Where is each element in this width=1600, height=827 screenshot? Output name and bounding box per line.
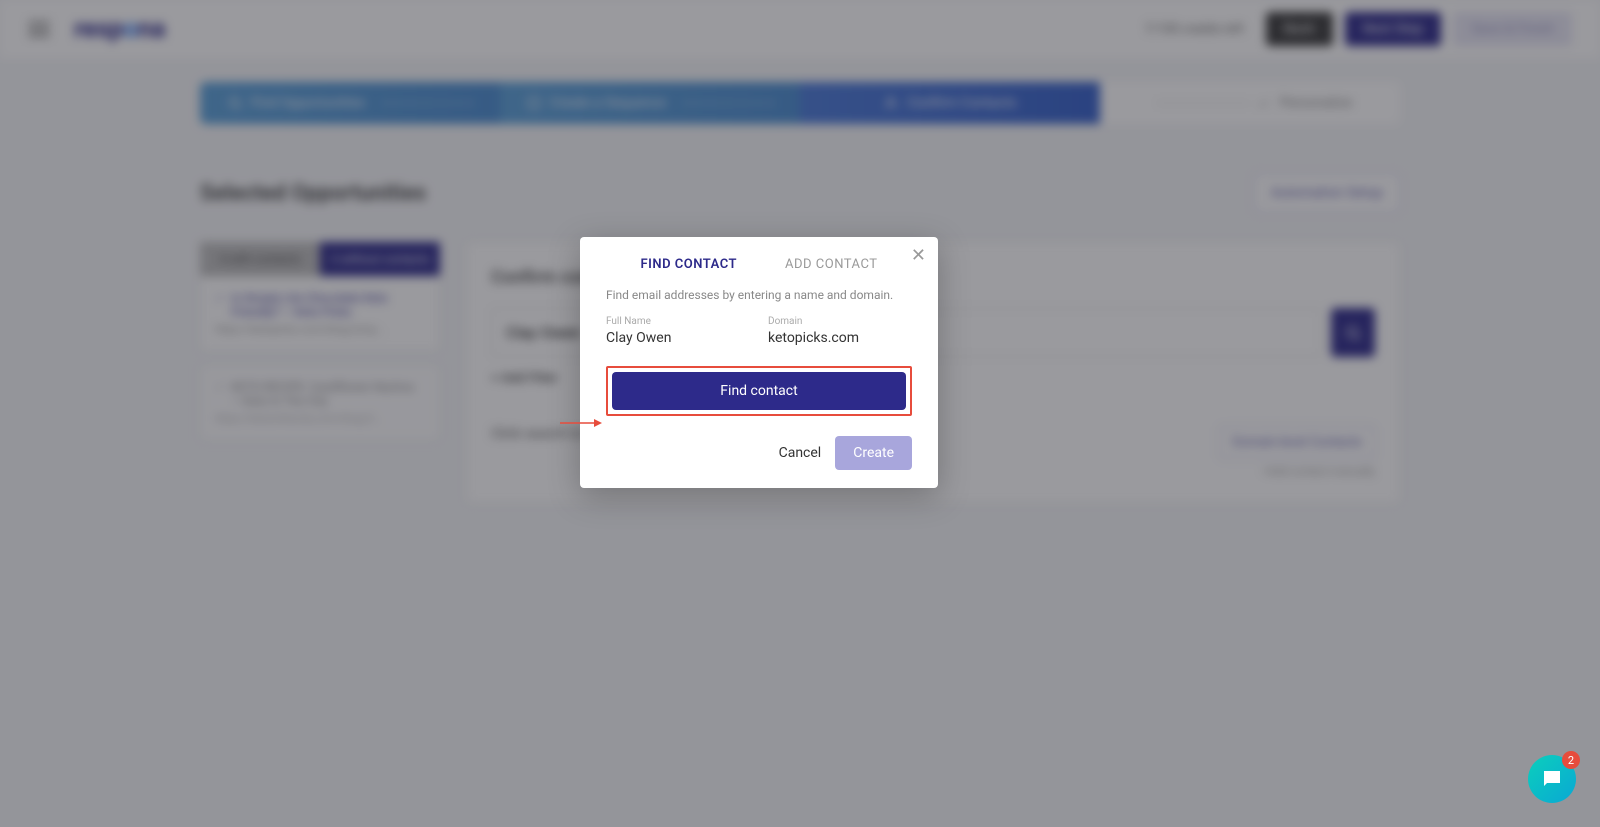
tab-find-contact[interactable]: FIND CONTACT (641, 257, 738, 272)
find-contact-modal: ✕ FIND CONTACT ADD CONTACT Find email ad… (580, 237, 938, 488)
chat-badge: 2 (1562, 751, 1580, 769)
highlight-annotation: Find contact (606, 366, 912, 416)
annotation-arrow-icon (558, 416, 602, 430)
full-name-label: Full Name (606, 316, 750, 327)
modal-description: Find email addresses by entering a name … (606, 288, 912, 302)
close-icon[interactable]: ✕ (911, 247, 926, 265)
domain-label: Domain (768, 316, 912, 327)
cancel-button[interactable]: Cancel (779, 445, 822, 461)
create-button[interactable]: Create (835, 436, 912, 470)
chat-icon (1540, 767, 1564, 791)
domain-value[interactable]: ketopicks.com (768, 330, 912, 346)
find-contact-button[interactable]: Find contact (612, 372, 906, 410)
tab-add-contact[interactable]: ADD CONTACT (785, 257, 877, 272)
full-name-value[interactable]: Clay Owen (606, 330, 750, 346)
chat-widget[interactable]: 2 (1528, 755, 1576, 803)
